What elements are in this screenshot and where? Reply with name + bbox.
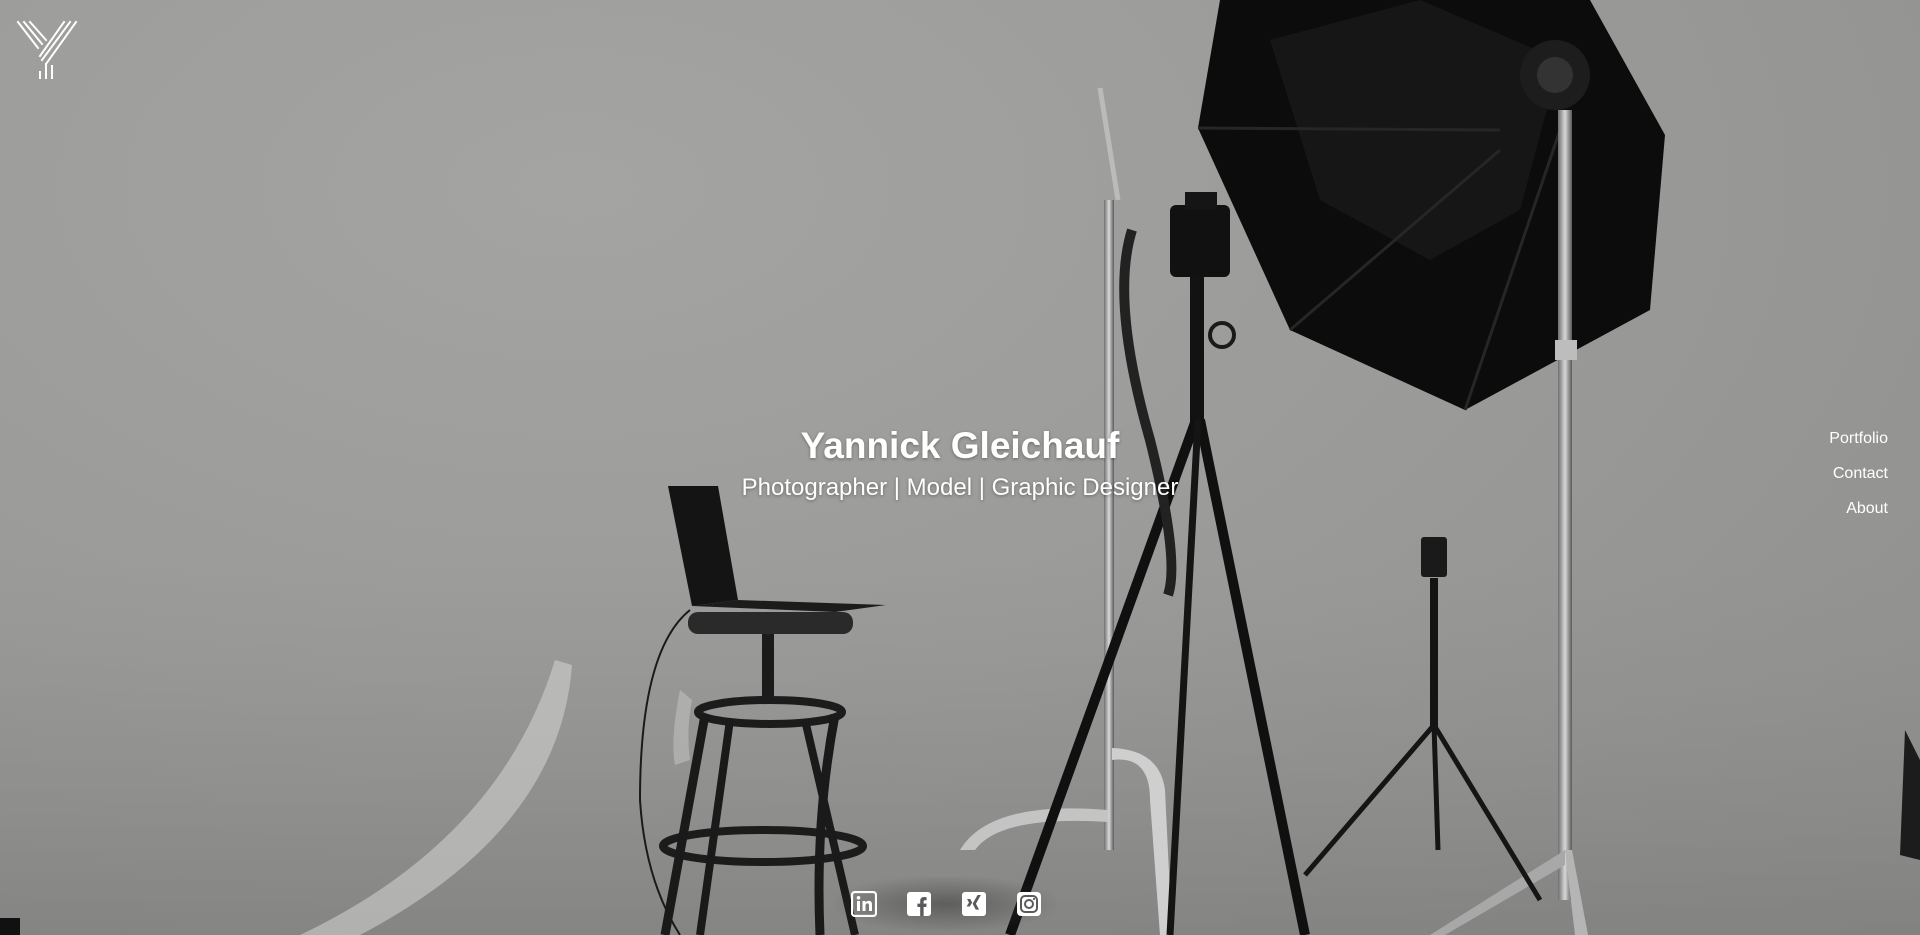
instagram-link[interactable]	[1016, 891, 1042, 917]
xing-icon	[961, 892, 986, 916]
main-nav: Portfolio Contact About	[1829, 421, 1888, 526]
instagram-icon	[1016, 892, 1041, 916]
softbox-shape	[1197, 0, 1665, 411]
linkedin-icon	[850, 891, 877, 917]
nav-item-about[interactable]: About	[1829, 491, 1888, 526]
social-links	[836, 877, 1056, 931]
facebook-link[interactable]	[906, 891, 932, 917]
y-monogram-logo-icon	[16, 20, 78, 79]
nav-item-contact[interactable]: Contact	[1829, 456, 1888, 491]
nav-item-portfolio[interactable]: Portfolio	[1829, 421, 1888, 456]
facebook-icon	[906, 892, 931, 916]
site-tagline: Photographer | Model | Graphic Designer	[741, 474, 1179, 501]
site-logo[interactable]	[16, 20, 80, 80]
xing-link[interactable]	[961, 891, 987, 917]
landing-page: Yannick Gleichauf Photographer | Model |…	[0, 0, 1920, 935]
linkedin-link[interactable]	[850, 891, 877, 917]
hero-section: Yannick Gleichauf Photographer | Model |…	[660, 422, 1260, 504]
site-title: Yannick Gleichauf	[800, 425, 1120, 466]
